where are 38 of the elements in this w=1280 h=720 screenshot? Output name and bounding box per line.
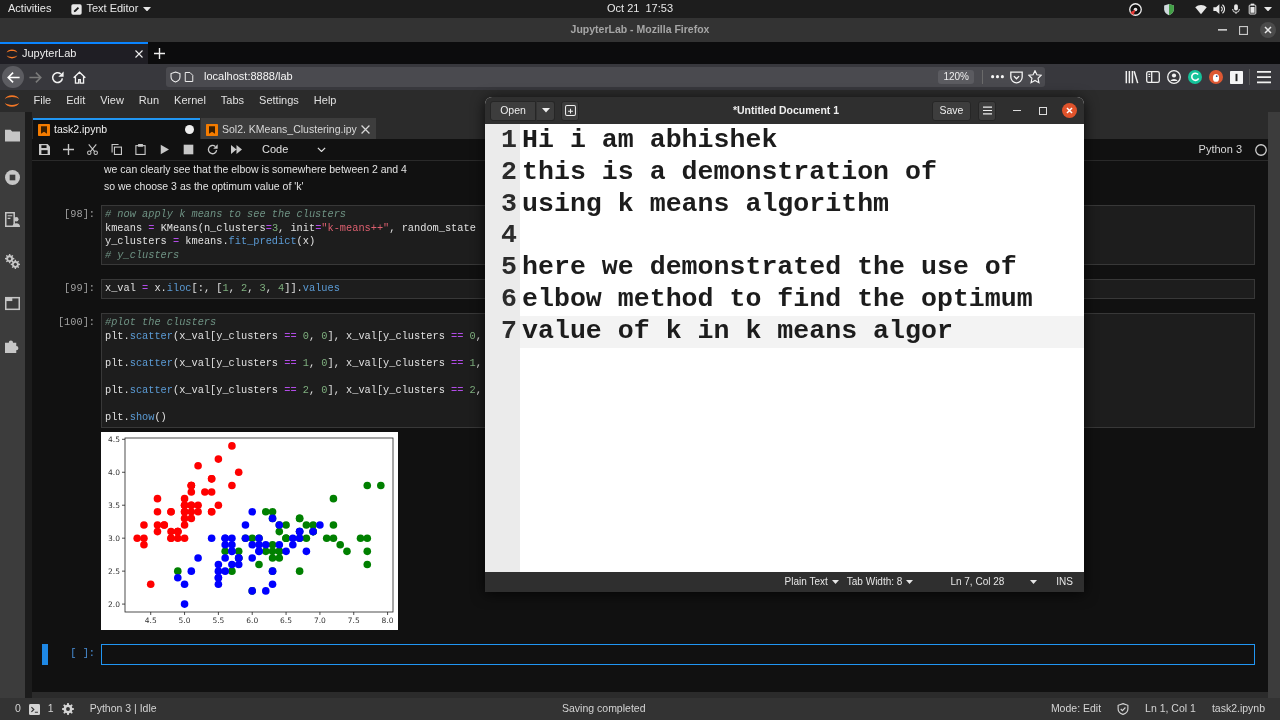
editor-text-line: this is a demonstration of: [521, 156, 937, 189]
line-number: 6: [501, 284, 518, 316]
line-number: 3: [501, 188, 518, 221]
line-number: 7: [501, 315, 518, 348]
line-number: 4: [501, 220, 518, 253]
file-name: task2.ipynb: [1211, 702, 1265, 716]
line-number: 5: [501, 252, 518, 284]
editor-text-line: elbow method to find the optimum: [521, 284, 1033, 316]
code-line: # y_clusters: [105, 248, 180, 261]
cell-prompt: [98]:: [64, 208, 95, 220]
kernel-count: 1: [47, 702, 54, 716]
markdown-text: so we choose 3 as the optimum value of 'k': [104, 180, 304, 192]
terminal-count: 0: [15, 702, 21, 716]
code-line: plt.scatter(x_val[y_clusters == 2, 0], x_val[y_clusters == 2,: [105, 383, 482, 396]
code-line: kmeans = KMeans(n_clusters=3, init="k-means++", random_state: [105, 221, 476, 234]
code-line: plt.scatter(x_val[y_clusters == 1, 0], x_val[y_clusters == 1,: [105, 356, 482, 369]
cell-prompt: [100]:: [57, 315, 95, 328]
cell-prompt: [ ]:: [70, 646, 95, 659]
editor-text-line: Hi i am abhishek: [521, 125, 778, 157]
code-line: # now apply k means to see the clusters: [105, 208, 346, 220]
insert-mode-label: INS: [1056, 575, 1073, 589]
line-number: 1: [501, 125, 518, 157]
kernel-status: Python 3 | Idle: [89, 702, 157, 716]
cell-prompt: [99]:: [64, 282, 95, 295]
code-line: plt.scatter(x_val[y_clusters == 0, 0], x_val[y_clusters == 0,: [105, 329, 482, 342]
code-line: plt.show(): [105, 411, 167, 424]
code-line: x_val = x.iloc[:, [1, 2, 3, 4]].values: [105, 282, 340, 295]
editor-text-line: here we demonstrated the use of: [521, 252, 1017, 284]
status-message: Saving completed: [562, 702, 646, 715]
clock: Oct 21 17:53: [606, 2, 673, 16]
markdown-text: we can clearly see that the elbow is somewhere between 2 and 4: [104, 163, 407, 175]
code-line: #plot the clusters: [105, 315, 217, 328]
editor-text-line: value of k in k means algor: [521, 315, 953, 348]
window-title: JupyterLab - Mozilla Firefox: [570, 23, 710, 37]
code-line: y_clusters = kmeans.fit_predict(x): [105, 235, 316, 248]
editor-text-line: using k means algorithm: [521, 188, 890, 221]
line-number: 2: [501, 156, 518, 189]
window-title: *Untitled Document 1: [732, 103, 840, 118]
